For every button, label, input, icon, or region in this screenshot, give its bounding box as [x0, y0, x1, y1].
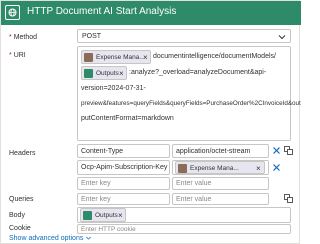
header-key-text: Content-Type: [81, 148, 124, 155]
action-header[interactable]: HTTP Document AI Start Analysis: [1, 1, 301, 25]
close-icon[interactable]: ×: [118, 211, 123, 220]
http-icon: [5, 5, 20, 20]
uri-token-outputs[interactable]: Outputs ×: [81, 66, 127, 80]
required-mark: *: [9, 52, 12, 59]
header-value-2[interactable]: Expense Mana... ×: [172, 160, 269, 175]
value-placeholder: Enter value: [176, 180, 212, 187]
headers-label: Headers: [9, 150, 36, 157]
body-token-outputs[interactable]: Outputs ×: [80, 208, 126, 222]
uri-text-3: version=2024-07-31-: [81, 85, 146, 92]
action-title: HTTP Document AI Start Analysis: [27, 6, 177, 17]
compose-icon: [83, 211, 92, 220]
cookie-label: Cookie: [9, 225, 31, 232]
advanced-label: Show advanced options: [9, 235, 84, 242]
token-label: Outputs: [95, 212, 118, 219]
required-mark: *: [9, 34, 12, 41]
key-placeholder: Enter key: [81, 196, 111, 203]
close-icon[interactable]: ×: [143, 53, 148, 62]
uri-label: * URI: [9, 52, 26, 59]
header-key-1[interactable]: Content-Type: [77, 144, 170, 158]
value-placeholder: Enter value: [176, 196, 212, 203]
switch-text-mode-icon[interactable]: [284, 146, 293, 155]
header-key-text: Ocp-Apim-Subscription-Key: [81, 164, 168, 171]
method-label-text: Method: [13, 34, 38, 41]
token-label: Expense Mana...: [190, 165, 239, 172]
chevron-down-icon: [86, 236, 92, 240]
header-value-text: application/octet-stream: [176, 148, 251, 155]
queries-label: Queries: [9, 196, 34, 203]
header-key-new[interactable]: Enter key: [77, 177, 170, 190]
switch-text-mode-icon[interactable]: [284, 194, 293, 203]
header-key-2[interactable]: Ocp-Apim-Subscription-Key: [77, 160, 170, 175]
method-select[interactable]: POST: [77, 29, 291, 43]
compose-icon: [84, 69, 93, 78]
action-card: HTTP Document AI Start Analysis * Method…: [0, 0, 301, 244]
key-placeholder: Enter key: [81, 180, 111, 187]
cookie-field[interactable]: Enter HTTP cookie: [77, 224, 291, 234]
uri-text-2: :analyze?_overload=analyzeDocument&api-: [129, 69, 267, 76]
uri-text-4: preview&features=queryFields&queryFields…: [81, 100, 301, 107]
delete-row-icon[interactable]: [272, 163, 281, 172]
chevron-down-icon: [278, 35, 286, 40]
uri-token-expense[interactable]: Expense Mana... ×: [81, 50, 151, 64]
uri-text-1: documentintelligence/documentModels/: [153, 53, 276, 60]
method-label: * Method: [9, 34, 37, 41]
cookie-placeholder: Enter HTTP cookie: [81, 226, 136, 233]
show-advanced-options[interactable]: Show advanced options: [9, 235, 92, 242]
uri-field[interactable]: Expense Mana... × documentintelligence/d…: [77, 46, 301, 141]
body-label: Body: [9, 212, 25, 219]
query-value[interactable]: Enter value: [172, 193, 269, 205]
uri-label-text: URI: [13, 52, 26, 59]
header-value-1[interactable]: application/octet-stream: [172, 144, 269, 158]
token-label: Outputs: [96, 70, 119, 77]
header-token-expense[interactable]: Expense Mana... ×: [175, 161, 265, 174]
token-label: Expense Mana...: [96, 54, 145, 61]
delete-row-icon[interactable]: [272, 146, 281, 155]
connector-icon: [178, 164, 187, 173]
method-value: POST: [82, 33, 102, 40]
close-icon[interactable]: ×: [256, 164, 261, 173]
connector-icon: [84, 53, 93, 62]
header-value-new[interactable]: Enter value: [172, 177, 269, 190]
close-icon[interactable]: ×: [119, 69, 124, 78]
uri-text-5: putContentFormat=markdown: [81, 115, 174, 122]
body-field[interactable]: Outputs ×: [77, 207, 291, 223]
query-key[interactable]: Enter key: [77, 193, 170, 205]
